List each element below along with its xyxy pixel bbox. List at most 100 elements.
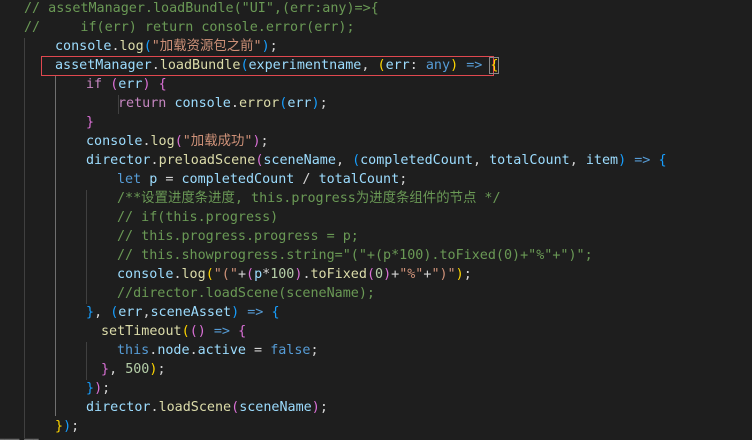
code-token: . xyxy=(302,267,311,282)
code-token: . xyxy=(150,400,159,415)
code-token: node xyxy=(157,343,190,358)
code-token: } xyxy=(86,305,95,320)
code-token: ( xyxy=(205,267,214,282)
code-line[interactable]: } xyxy=(0,113,94,132)
code-token: , xyxy=(142,305,151,320)
code-token: err xyxy=(118,305,143,320)
code-editor[interactable]: // assetManager.loadBundle("UI",(err:any… xyxy=(0,0,752,440)
code-line[interactable]: console.log("("+(p*100).toFixed(0)+"%"+"… xyxy=(0,265,472,284)
code-line[interactable]: this.node.active = false; xyxy=(0,341,319,360)
cut-off-edge: ▁▁▁▁ ▁▁▁ xyxy=(0,431,39,440)
code-line[interactable]: assetManager.loadBundle(experimentname, … xyxy=(0,56,500,75)
code-token: preloadScene xyxy=(158,153,256,168)
code-token: err xyxy=(118,77,143,92)
code-token: ( xyxy=(377,58,386,73)
code-token: => xyxy=(247,305,264,320)
code-token: ) xyxy=(311,96,320,111)
code-token: item xyxy=(585,153,619,168)
code-token: ) xyxy=(450,58,467,73)
code-token: log xyxy=(150,134,175,149)
code-line[interactable]: }, (err,sceneAsset) => { xyxy=(0,303,280,322)
code-token: //director.loadScene(sceneName); xyxy=(117,286,375,301)
code-token: ) xyxy=(142,77,151,92)
code-token: + xyxy=(391,267,400,282)
code-token: ( xyxy=(174,134,183,149)
code-line[interactable]: // if(err) return console.error(err); xyxy=(0,18,355,37)
code-token: p xyxy=(254,267,263,282)
code-token: = xyxy=(157,172,182,187)
code-token: ( xyxy=(352,153,361,168)
code-token: director xyxy=(86,400,151,415)
code-token: ; xyxy=(310,343,319,358)
code-token: . xyxy=(230,96,239,111)
code-token: = xyxy=(246,343,271,358)
code-token: ; xyxy=(260,134,269,149)
code-token: "%" xyxy=(399,267,424,282)
code-token: console xyxy=(117,267,174,282)
code-token: console xyxy=(86,134,143,149)
code-token: /**设置进度条进度, this.progress为进度条组件的节点 */ xyxy=(117,191,501,206)
code-line[interactable]: // assetManager.loadBundle("UI",(err:any… xyxy=(0,0,379,18)
code-line[interactable]: }); xyxy=(0,379,110,398)
code-token: if xyxy=(86,77,103,92)
code-token: ) xyxy=(383,267,392,282)
code-token: setTimeout xyxy=(101,324,182,339)
code-line[interactable]: director.loadScene(sceneName); xyxy=(0,398,328,417)
code-token: ; xyxy=(71,419,80,434)
code-line[interactable]: setTimeout(() => { xyxy=(0,322,246,341)
code-token: ( xyxy=(246,267,255,282)
code-token: . xyxy=(150,153,159,168)
code-token: // assetManager.loadBundle("UI",(err:any… xyxy=(24,1,379,16)
code-line[interactable]: director.preloadScene(sceneName, (comple… xyxy=(0,151,667,170)
code-token: * xyxy=(262,267,271,282)
code-token: ( xyxy=(181,324,190,339)
code-token: ( xyxy=(366,267,375,282)
code-token: { xyxy=(238,324,247,339)
code-token: experimentname xyxy=(248,58,362,73)
code-token: ) xyxy=(231,305,248,320)
code-token: ) xyxy=(261,39,270,54)
code-line[interactable]: // this.progress.progress = p; xyxy=(0,227,359,246)
code-token: false xyxy=(270,343,311,358)
code-token: "(" xyxy=(213,267,238,282)
code-token: , xyxy=(94,305,111,320)
code-token: , xyxy=(473,153,490,168)
code-token: // this.showprogress.string="("+(p*100).… xyxy=(117,248,593,263)
code-token: return xyxy=(118,96,167,111)
code-line[interactable]: if (err) { xyxy=(0,75,167,94)
code-token: console xyxy=(55,39,112,54)
code-line[interactable]: }, 500); xyxy=(0,360,166,379)
code-line[interactable]: // if(this.progress) xyxy=(0,208,278,227)
code-line[interactable]: console.log("加载成功"); xyxy=(0,132,269,151)
code-token: { xyxy=(271,305,280,320)
code-token: ; xyxy=(399,172,408,187)
code-line[interactable]: let p = completedCount / totalCount; xyxy=(0,170,407,189)
code-token: { xyxy=(489,57,500,74)
code-line[interactable]: return console.error(err); xyxy=(0,94,328,113)
code-token: totalCount xyxy=(489,153,570,168)
code-token: . xyxy=(142,134,151,149)
code-token: this xyxy=(117,343,150,358)
code-token: } xyxy=(101,362,110,377)
code-token: // if(this.progress) xyxy=(117,210,279,225)
code-token: ; xyxy=(102,381,111,396)
code-token: } xyxy=(86,381,95,396)
code-line[interactable]: // this.showprogress.string="("+(p*100).… xyxy=(0,246,593,265)
code-token: 100 xyxy=(270,267,295,282)
code-token: ) xyxy=(63,419,72,434)
code-token: { xyxy=(658,153,667,168)
code-token: loadScene xyxy=(158,400,232,415)
code-token: } xyxy=(86,115,95,130)
code-token: console xyxy=(174,96,231,111)
code-line[interactable]: console.log("加载资源包之前"); xyxy=(0,37,278,56)
code-token: any xyxy=(425,58,451,73)
code-token: ) xyxy=(311,400,320,415)
code-token: + xyxy=(237,267,246,282)
code-token: => xyxy=(634,153,651,168)
code-line[interactable]: /**设置进度条进度, this.progress为进度条组件的节点 */ xyxy=(0,189,501,208)
code-token: completedCount xyxy=(360,153,473,168)
code-line[interactable]: //director.loadScene(sceneName); xyxy=(0,284,375,303)
code-token: active xyxy=(197,343,246,358)
